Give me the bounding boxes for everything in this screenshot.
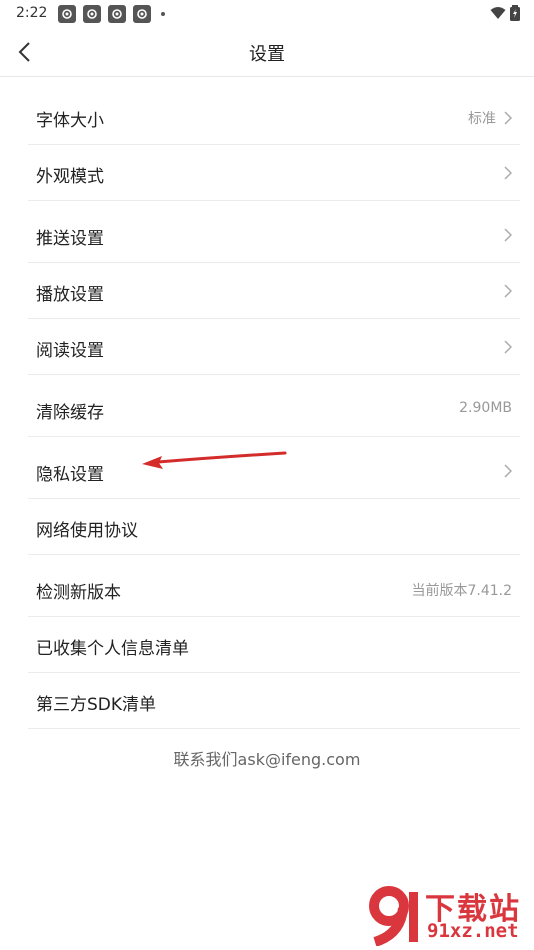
version-value: 当前版本7.41.2 (411, 583, 512, 599)
setting-label: 检测新版本 (36, 583, 121, 603)
app-notification-icon (83, 5, 101, 23)
setting-push[interactable]: 推送设置 (28, 207, 520, 263)
setting-label: 第三方SDK清单 (36, 695, 157, 715)
chevron-right-icon (504, 340, 512, 354)
notification-icons (58, 5, 165, 23)
setting-network-agreement[interactable]: 网络使用协议 (28, 499, 520, 555)
app-notification-icon (58, 5, 76, 23)
battery-icon (510, 5, 520, 21)
setting-appearance-mode[interactable]: 外观模式 (28, 145, 520, 201)
annotation-arrow-icon (142, 451, 287, 469)
setting-label: 已收集个人信息清单 (36, 639, 189, 659)
chevron-right-icon (504, 166, 512, 180)
watermark-url: 91xz.net (427, 920, 519, 942)
setting-clear-cache[interactable]: 清除缓存 2.90MB (28, 381, 520, 437)
app-notification-icon (133, 5, 151, 23)
status-bar: 2:22 (0, 0, 534, 28)
chevron-right-icon (504, 228, 512, 242)
page-title: 设置 (249, 44, 285, 65)
nav-header: 设置 (0, 28, 534, 77)
more-notifications-dot (161, 12, 165, 16)
contact-info: 联系我们ask@ifeng.com (173, 750, 361, 769)
setting-label: 清除缓存 (36, 403, 104, 423)
chevron-right-icon (504, 111, 512, 125)
setting-label: 字体大小 (36, 111, 104, 131)
setting-label: 阅读设置 (36, 341, 104, 361)
setting-label: 播放设置 (36, 285, 104, 305)
watermark-9-icon (369, 886, 418, 946)
chevron-right-icon (504, 284, 512, 298)
setting-font-size[interactable]: 字体大小 标准 (28, 89, 520, 145)
setting-reading[interactable]: 阅读设置 (28, 319, 520, 375)
setting-check-update[interactable]: 检测新版本 当前版本7.41.2 (28, 561, 520, 617)
status-time: 2:22 (16, 5, 48, 21)
app-notification-icon (108, 5, 126, 23)
setting-personal-info-list[interactable]: 已收集个人信息清单 (28, 617, 520, 673)
setting-label: 隐私设置 (36, 465, 104, 485)
status-right (490, 5, 520, 21)
setting-playback[interactable]: 播放设置 (28, 263, 520, 319)
setting-value: 标准 (468, 111, 496, 127)
setting-label: 外观模式 (36, 167, 104, 187)
setting-label: 推送设置 (36, 229, 104, 249)
cache-size-value: 2.90MB (459, 400, 512, 416)
setting-third-party-sdk-list[interactable]: 第三方SDK清单 (28, 673, 520, 729)
settings-list: 字体大小 标准 外观模式 推送设置 播放设置 阅读设置 清除缓存 2.90MB (28, 89, 520, 729)
wifi-icon (490, 7, 506, 19)
watermark-logo: 下载站 91xz.net (361, 882, 532, 948)
chevron-right-icon (504, 464, 512, 478)
setting-label: 网络使用协议 (36, 521, 138, 541)
